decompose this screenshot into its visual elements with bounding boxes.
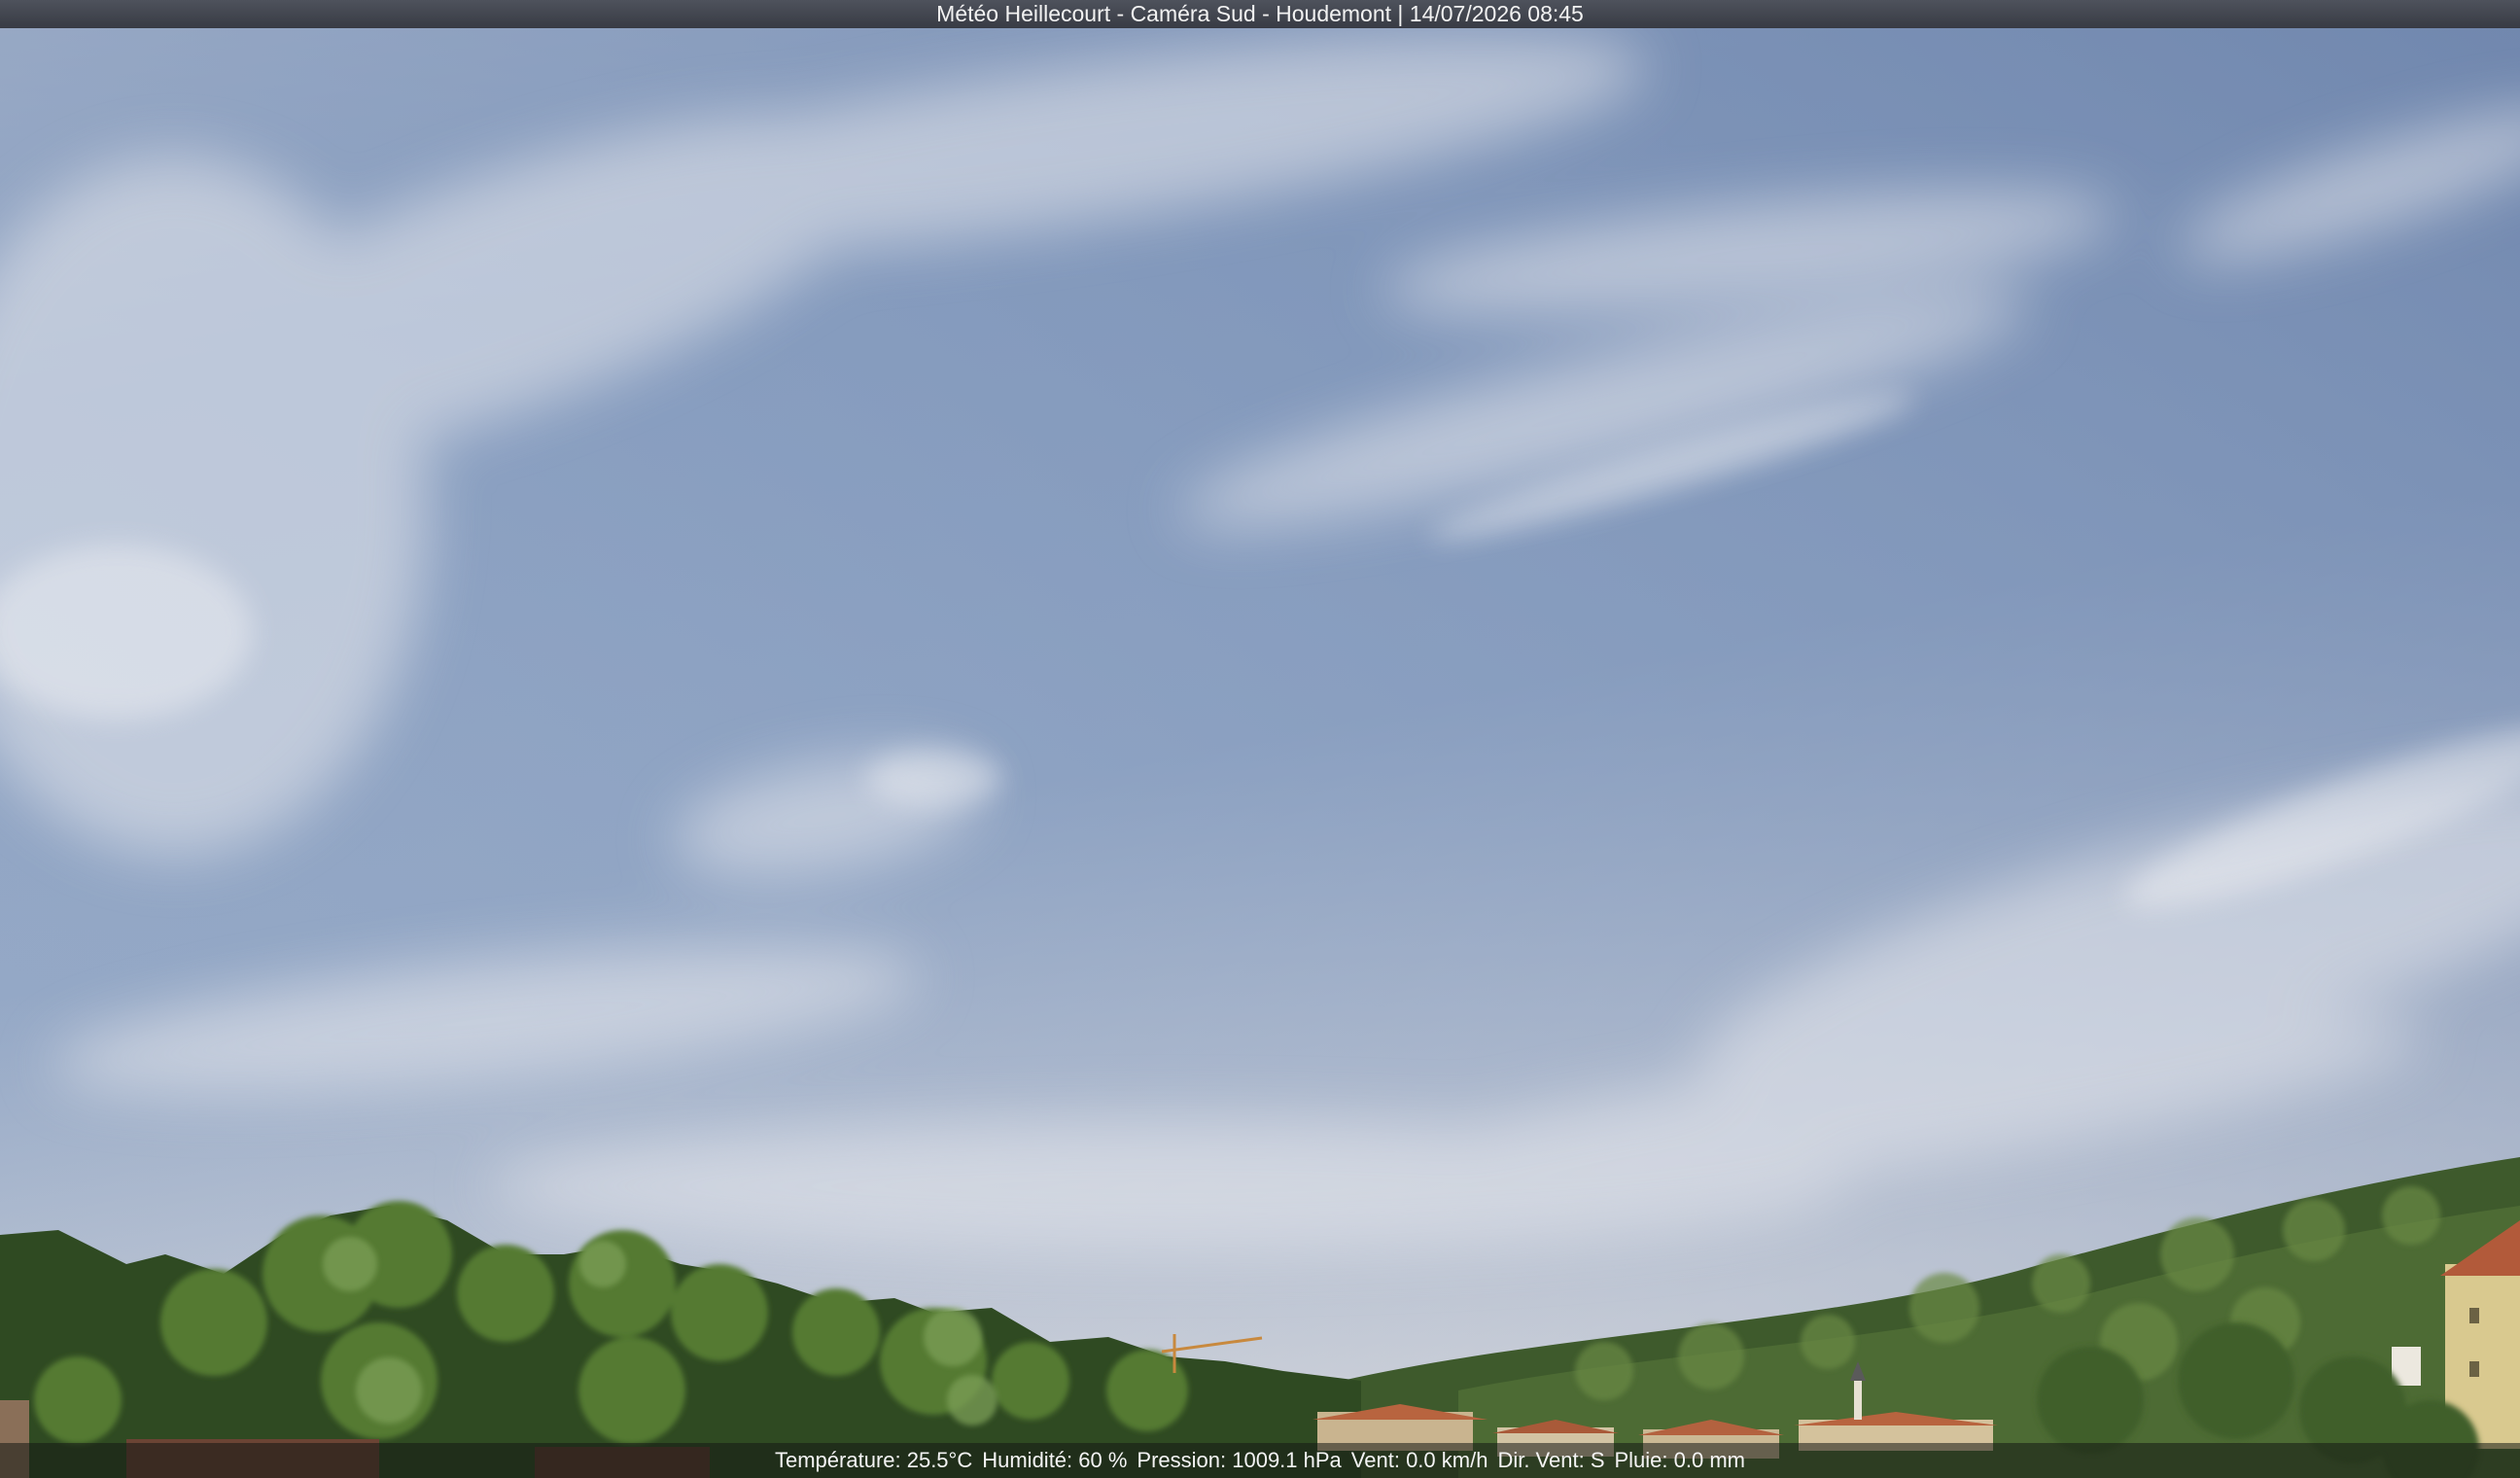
camera-title-overlay: Météo Heillecourt - Caméra Sud - Houdemo… xyxy=(0,0,2520,28)
camera-title: Météo Heillecourt - Caméra Sud - Houdemo… xyxy=(936,1,1584,26)
temperature-reading: Température: 25.5°C xyxy=(775,1448,973,1472)
weather-readings-overlay: Température: 25.5°C Humidité: 60 % Pressio… xyxy=(0,1443,2520,1478)
wind-direction-reading: Dir. Vent: S xyxy=(1497,1448,1605,1472)
webcam-image xyxy=(0,0,2520,1478)
rain-reading: Pluie: 0.0 mm xyxy=(1614,1448,1746,1472)
pressure-reading: Pression: 1009.1 hPa xyxy=(1137,1448,1342,1472)
humidity-reading: Humidité: 60 % xyxy=(982,1448,1128,1472)
wind-speed-reading: Vent: 0.0 km/h xyxy=(1350,1448,1488,1472)
